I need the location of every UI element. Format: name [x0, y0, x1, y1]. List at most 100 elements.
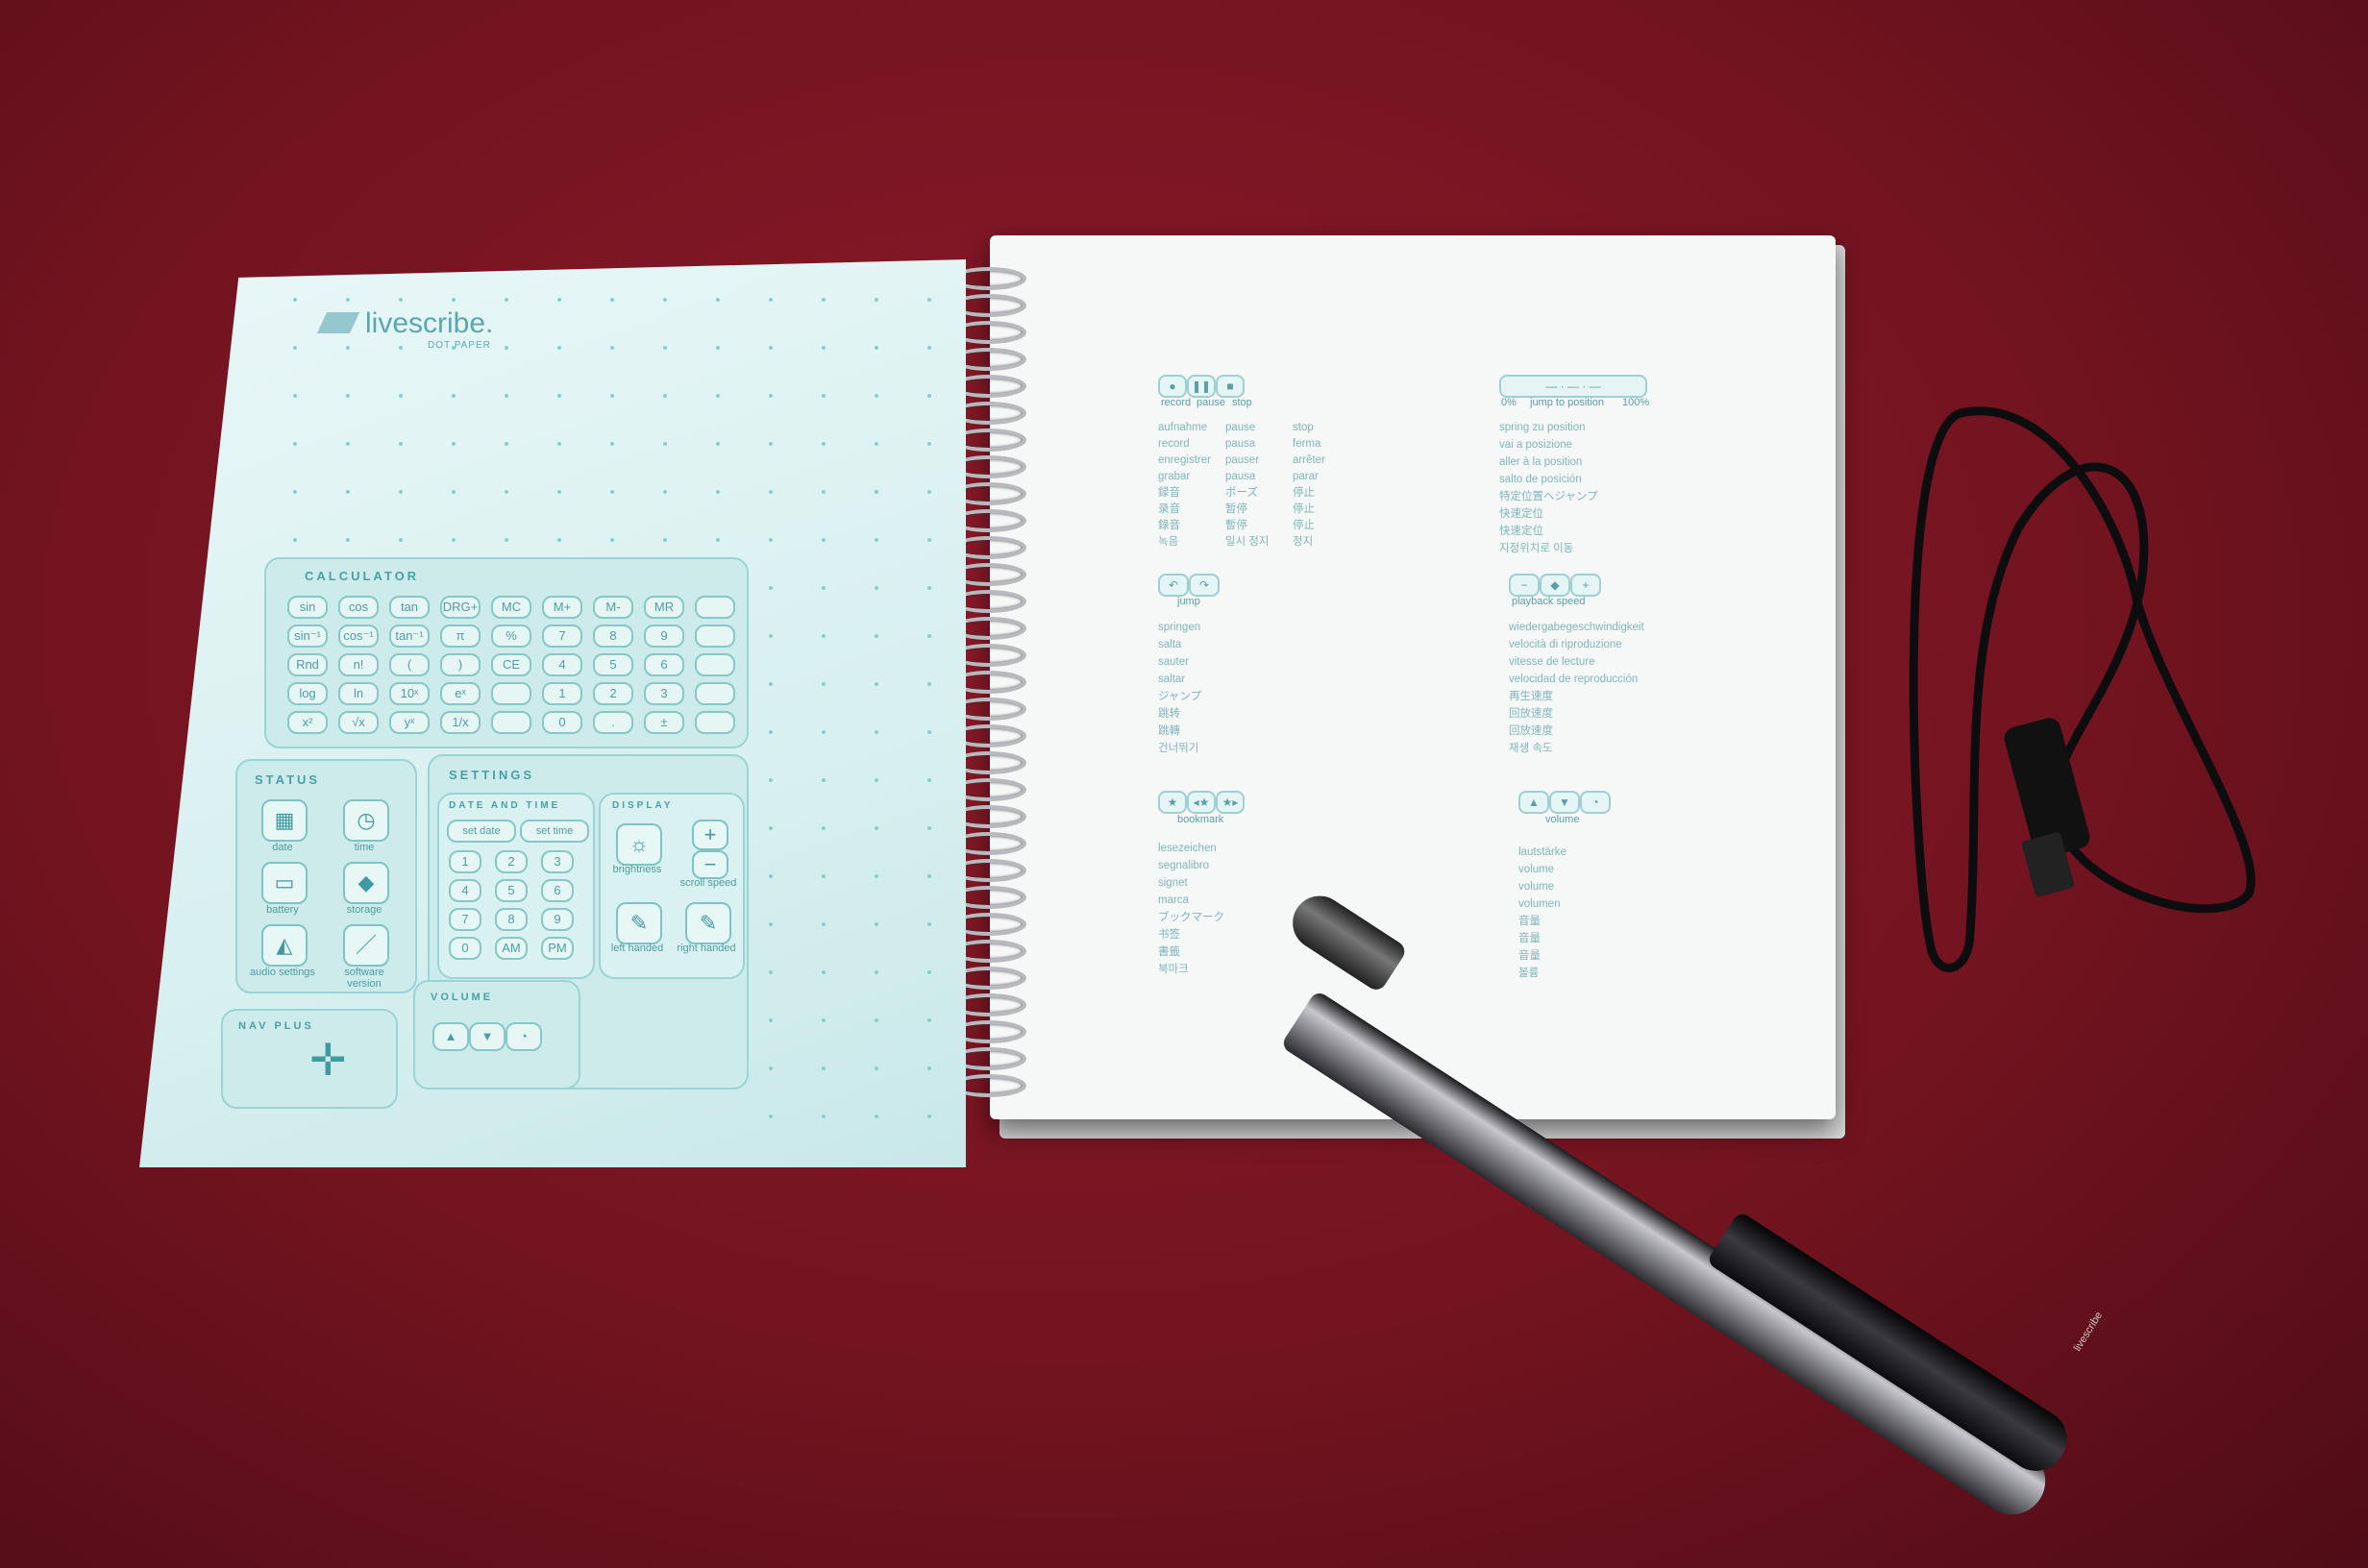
- calculator-key[interactable]: CE: [491, 653, 531, 676]
- calculator-key[interactable]: tan⁻¹: [389, 625, 430, 648]
- calculator-key[interactable]: [695, 625, 735, 648]
- speed-down-button[interactable]: −: [1509, 574, 1540, 597]
- scroll-up-icon[interactable]: +: [692, 820, 728, 850]
- volume-up-icon[interactable]: ▲: [432, 1022, 469, 1051]
- calculator-key[interactable]: sin⁻¹: [287, 625, 328, 648]
- calculator-key[interactable]: [695, 596, 735, 619]
- grid-dot: [822, 538, 826, 542]
- calculator-key[interactable]: tan: [389, 596, 430, 619]
- calculator-key[interactable]: √x: [338, 711, 379, 734]
- calculator-key[interactable]: cos⁻¹: [338, 625, 379, 648]
- volume-down-icon[interactable]: ▼: [469, 1022, 506, 1051]
- settings-key[interactable]: 7: [449, 908, 481, 931]
- settings-key[interactable]: 8: [495, 908, 528, 931]
- calculator-key[interactable]: ±: [644, 711, 684, 734]
- calculator-key[interactable]: .: [593, 711, 633, 734]
- set-time-button[interactable]: set time: [520, 820, 589, 843]
- bookmark-next-button[interactable]: ★▸: [1216, 791, 1245, 814]
- grid-dot: [927, 922, 931, 926]
- calculator-key[interactable]: M-: [593, 596, 633, 619]
- volume-down-button[interactable]: ▼: [1549, 791, 1580, 814]
- calculator-key[interactable]: n!: [338, 653, 379, 676]
- settings-key[interactable]: 4: [449, 879, 481, 902]
- speed-up-button[interactable]: +: [1570, 574, 1601, 597]
- calculator-key[interactable]: 10ˣ: [389, 682, 430, 705]
- calculator-key[interactable]: 1/x: [440, 711, 481, 734]
- grid-dot: [822, 682, 826, 686]
- brightness-icon[interactable]: ☼: [616, 823, 662, 866]
- date-icon[interactable]: ▦: [261, 799, 308, 842]
- calculator-key[interactable]: DRG+: [440, 596, 481, 619]
- calculator-key[interactable]: [695, 682, 735, 705]
- storage-icon[interactable]: ◆: [343, 862, 389, 904]
- audio-settings-icon[interactable]: ◭: [261, 924, 308, 967]
- grid-dot: [927, 1115, 931, 1118]
- storage-label: storage: [346, 904, 382, 916]
- calculator-key[interactable]: x²: [287, 711, 328, 734]
- translation-word: 일시 정지: [1225, 536, 1270, 548]
- calculator-key[interactable]: 5: [593, 653, 633, 676]
- scroll-down-icon[interactable]: −: [692, 850, 728, 879]
- set-date-button[interactable]: set date: [447, 820, 516, 843]
- translation-word: wiedergabegeschwindigkeit: [1509, 622, 1644, 633]
- mute-icon[interactable]: ◔: [506, 1022, 542, 1051]
- calculator-key[interactable]: cos: [338, 596, 379, 619]
- calculator-key[interactable]: log: [287, 682, 328, 705]
- settings-key[interactable]: 2: [495, 850, 528, 873]
- time-icon[interactable]: ◷: [343, 799, 389, 842]
- calculator-key[interactable]: 3: [644, 682, 684, 705]
- calculator-key[interactable]: 7: [542, 625, 582, 648]
- calculator-key[interactable]: π: [440, 625, 481, 648]
- grid-dot: [875, 634, 878, 638]
- settings-key[interactable]: 6: [541, 879, 574, 902]
- calculator-key[interactable]: MC: [491, 596, 531, 619]
- jump-to-position-slider[interactable]: — · — · —: [1499, 375, 1647, 398]
- calculator-key[interactable]: ln: [338, 682, 379, 705]
- settings-key[interactable]: 0: [449, 937, 481, 960]
- calculator-key[interactable]: Rnd: [287, 653, 328, 676]
- bookmark-prev-button[interactable]: ◂★: [1187, 791, 1216, 814]
- settings-key[interactable]: 5: [495, 879, 528, 902]
- calculator-key[interactable]: MR: [644, 596, 684, 619]
- calculator-key[interactable]: sin: [287, 596, 328, 619]
- settings-key[interactable]: 3: [541, 850, 574, 873]
- bookmark-button[interactable]: ★: [1158, 791, 1187, 814]
- settings-key[interactable]: PM: [541, 937, 574, 960]
- calculator-key[interactable]: 1: [542, 682, 582, 705]
- calculator-key[interactable]: 9: [644, 625, 684, 648]
- jump-forward-button[interactable]: ↷: [1189, 574, 1220, 597]
- calculator-key[interactable]: [695, 653, 735, 676]
- settings-key[interactable]: 9: [541, 908, 574, 931]
- calculator-key[interactable]: 2: [593, 682, 633, 705]
- translation-word: segnalibro: [1158, 860, 1210, 871]
- speed-normal-button[interactable]: ◆: [1540, 574, 1570, 597]
- battery-icon[interactable]: ▭: [261, 862, 308, 904]
- settings-key[interactable]: AM: [495, 937, 528, 960]
- record-button[interactable]: ●: [1158, 375, 1187, 398]
- calculator-key[interactable]: %: [491, 625, 531, 648]
- calculator-key[interactable]: ): [440, 653, 481, 676]
- software-version-icon[interactable]: ／: [343, 924, 389, 967]
- grid-dot: [769, 922, 773, 926]
- mute-button[interactable]: ◔: [1580, 791, 1611, 814]
- calculator-key[interactable]: [695, 711, 735, 734]
- calculator-key[interactable]: 4: [542, 653, 582, 676]
- volume-up-button[interactable]: ▲: [1518, 791, 1549, 814]
- calculator-key[interactable]: 6: [644, 653, 684, 676]
- pause-button[interactable]: ❚❚: [1187, 375, 1216, 398]
- left-handed-icon[interactable]: ✎: [616, 902, 662, 944]
- settings-key[interactable]: 1: [449, 850, 481, 873]
- calculator-key[interactable]: 0: [542, 711, 582, 734]
- battery-label: battery: [266, 904, 299, 916]
- stop-button[interactable]: ■: [1216, 375, 1245, 398]
- calculator-key[interactable]: M+: [542, 596, 582, 619]
- jump-back-button[interactable]: ↶: [1158, 574, 1189, 597]
- calculator-key[interactable]: eˣ: [440, 682, 481, 705]
- calculator-key[interactable]: (: [389, 653, 430, 676]
- calculator-key[interactable]: [491, 682, 531, 705]
- nav-plus-icon[interactable]: ✛: [309, 1038, 347, 1082]
- calculator-key[interactable]: 8: [593, 625, 633, 648]
- calculator-key[interactable]: [491, 711, 531, 734]
- right-handed-icon[interactable]: ✎: [685, 902, 731, 944]
- calculator-key[interactable]: yˣ: [389, 711, 430, 734]
